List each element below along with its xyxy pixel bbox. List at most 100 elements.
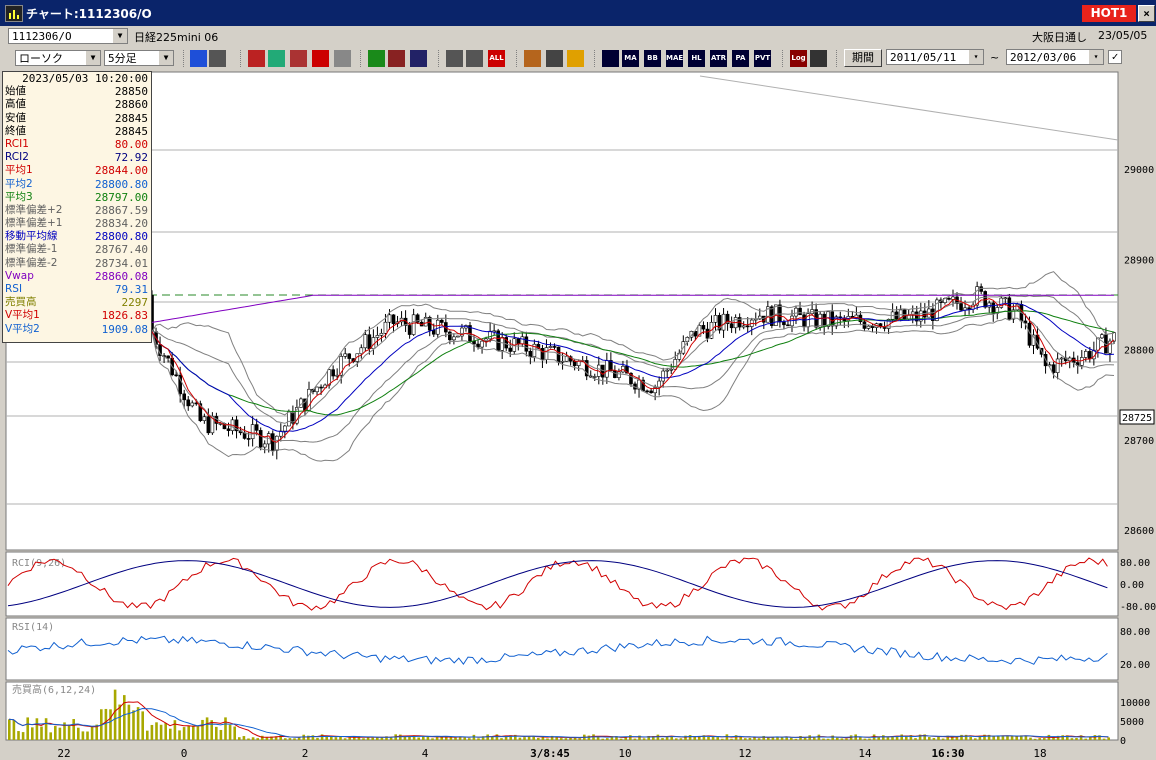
candle (186, 399, 191, 407)
candle (1059, 357, 1064, 360)
symbol-value: 1112306/O (12, 30, 72, 43)
wrench-icon[interactable] (524, 50, 541, 67)
rci-tick-label: 0.00 (1120, 580, 1144, 591)
chart-type-select[interactable]: ローソク ▼ (15, 50, 101, 66)
period-button[interactable]: 期間 (844, 49, 882, 67)
brush-icon[interactable] (546, 50, 563, 67)
volume-bar (725, 734, 729, 740)
x-tick-label: 2 (302, 747, 309, 760)
volume-bar (716, 737, 719, 740)
interval-select[interactable]: 5分足 ▼ (104, 50, 174, 66)
info-row: 終値 28845 (3, 125, 151, 138)
calendar-icon[interactable]: ▾ (1089, 50, 1103, 64)
candle (335, 374, 339, 377)
volume-bar (330, 736, 333, 740)
symbol-select[interactable]: 1112306/O ▼ (8, 28, 128, 44)
candle (778, 304, 782, 323)
settings-icon[interactable] (268, 50, 285, 67)
volume-bar (960, 734, 963, 740)
cursor-icon[interactable] (209, 50, 226, 67)
bb-icon[interactable]: BB (644, 50, 661, 67)
volume-bar (555, 737, 558, 740)
ma-icon[interactable]: MA (622, 50, 639, 67)
all-icon[interactable]: ALL (488, 50, 505, 67)
volume-bar (164, 723, 167, 740)
volume-bar (141, 711, 144, 740)
chevron-down-icon[interactable]: ▼ (159, 51, 173, 65)
info-value: 28845 (114, 124, 148, 138)
volume-bar (238, 737, 241, 740)
volume-bar (261, 735, 264, 740)
volume-bar (1061, 735, 1064, 740)
zoom-icon[interactable] (190, 50, 207, 67)
volume-bar (316, 737, 319, 740)
candle (258, 430, 263, 448)
arrow-icon[interactable] (388, 50, 405, 67)
candle2-icon[interactable] (466, 50, 483, 67)
candle (327, 369, 331, 386)
volume-bar (1033, 738, 1037, 740)
volume-bar (173, 720, 177, 740)
info-label: 高値 (5, 98, 26, 111)
close-button[interactable]: × (1138, 5, 1155, 22)
volume-bar (882, 735, 885, 740)
chart-area[interactable]: 29000 28900 28800 28700 28600 28725 80.00 0.00 -… (0, 70, 1156, 760)
undo-icon[interactable] (410, 50, 427, 67)
info-label: 標準偏差-2 (5, 256, 58, 269)
price-marker-label: 28725 (1122, 413, 1152, 424)
calendar-icon[interactable]: ▾ (969, 50, 983, 64)
volume-tick-label: 0 (1120, 736, 1126, 747)
candle (274, 435, 279, 451)
candle (548, 346, 553, 348)
mae-icon[interactable]: MAE (666, 50, 683, 67)
candle (1088, 351, 1092, 360)
x-tick-label: 18 (1033, 747, 1046, 760)
candle (741, 325, 746, 328)
volume-bar (192, 725, 195, 740)
info-label: V平均2 (5, 322, 40, 335)
pvt-icon[interactable]: PVT (754, 50, 771, 67)
volume-bar (997, 736, 1000, 740)
log-icon[interactable]: Log (790, 50, 807, 67)
candle (605, 360, 609, 378)
date-to-field[interactable]: 2012/03/06 ▾ (1006, 49, 1104, 65)
period-checkbox[interactable]: ✓ (1108, 50, 1122, 64)
price-tick-label: 29000 (1124, 165, 1154, 176)
candle-icon[interactable] (446, 50, 463, 67)
volume-bar (523, 737, 526, 740)
info-label: 平均3 (5, 190, 33, 203)
candle (456, 335, 460, 338)
pencil-icon[interactable] (368, 50, 385, 67)
atr-icon[interactable]: ATR (710, 50, 727, 67)
info-icon[interactable] (334, 50, 351, 67)
info-label: 標準偏差-1 (5, 243, 58, 256)
date-from-field[interactable]: 2011/05/11 ▾ (886, 49, 984, 65)
info-label: 標準偏差+2 (5, 203, 63, 216)
volume-bar (104, 708, 108, 740)
volume-bar (201, 719, 204, 740)
hot-button[interactable]: HOT1 (1082, 5, 1136, 22)
chevron-down-icon[interactable]: ▼ (113, 29, 127, 43)
window-icon[interactable] (810, 50, 827, 67)
candle (343, 353, 348, 357)
chevron-down-icon[interactable]: ▼ (86, 51, 100, 65)
plus-icon[interactable] (312, 50, 329, 67)
hl-icon[interactable]: HL (688, 50, 705, 67)
volume-bar (49, 732, 52, 740)
info-label: V平均1 (5, 309, 40, 322)
info-label: Vwap (5, 269, 34, 282)
candle (987, 302, 992, 308)
vol-icon[interactable] (602, 50, 619, 67)
candle (283, 425, 287, 432)
volume-bar (81, 731, 85, 740)
volume-bar (564, 738, 568, 740)
pa-icon[interactable]: PA (732, 50, 749, 67)
volume-bar (58, 727, 62, 740)
info-label: RCI2 (5, 151, 29, 164)
volume-bar (900, 734, 903, 740)
download-icon[interactable] (248, 50, 265, 67)
bar-chart-icon[interactable] (290, 50, 307, 67)
candle (959, 303, 963, 311)
palette-icon[interactable] (567, 50, 584, 67)
candle (617, 371, 621, 378)
